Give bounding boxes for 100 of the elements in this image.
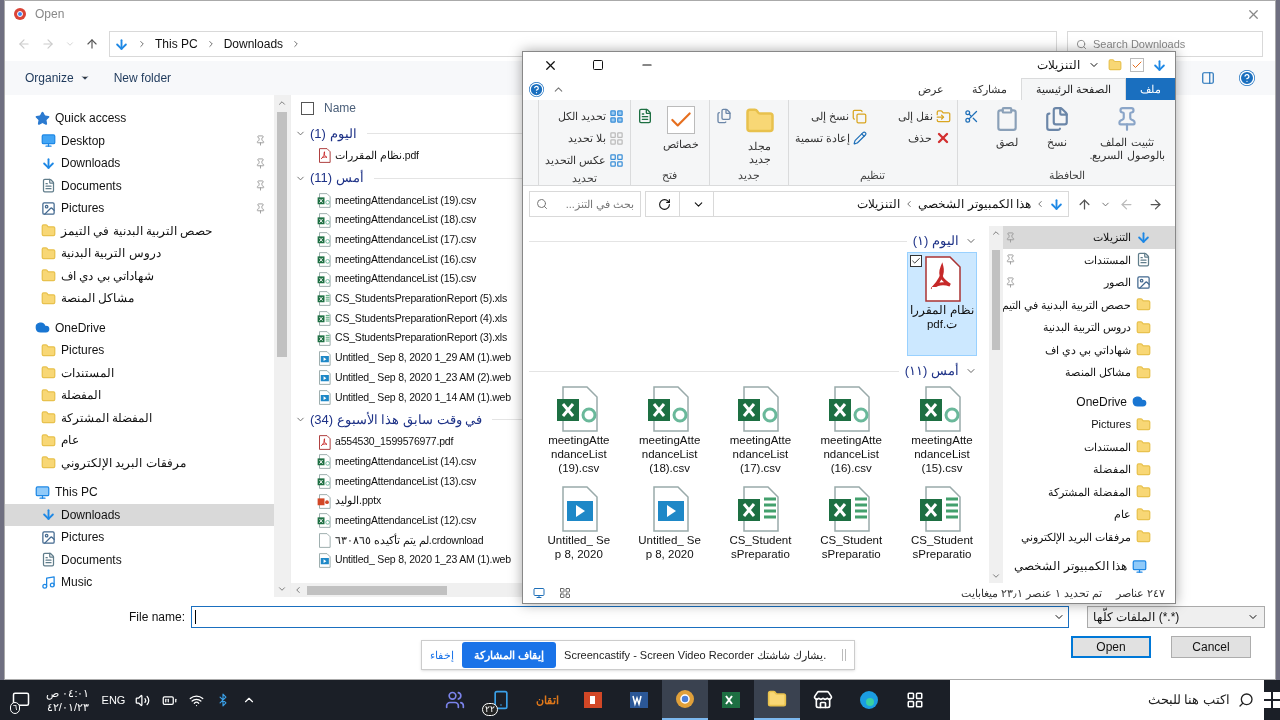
scroll-up-icon[interactable] <box>277 98 287 108</box>
pin-icon[interactable] <box>255 202 266 214</box>
file-row[interactable]: Untitled_ Sep 8, 2020 1_29 AM (1).web <box>291 348 525 368</box>
ribbon-button[interactable]: نقل إلى <box>878 106 951 126</box>
file-row[interactable]: Untitled_ Sep 8, 2020 1_14 AM (1).web <box>291 387 525 408</box>
file-row[interactable]: CS_StudentsPreparationReport (4).xls <box>291 308 525 329</box>
help-icon[interactable] <box>529 82 544 97</box>
file-tile[interactable]: meetingAttendanceList (15).csv <box>907 382 977 478</box>
nav-item[interactable]: Pictures <box>1003 413 1175 436</box>
nav-item[interactable]: المفضلة المشتركة <box>5 406 274 429</box>
horizontal-scrollbar[interactable] <box>291 583 525 597</box>
app-label[interactable]: اتقان <box>535 691 559 709</box>
toolbar-button[interactable]: Organize <box>25 69 90 87</box>
file-row[interactable]: meetingAttendanceList (12).csv <box>291 511 525 531</box>
file-row[interactable]: meetingAttendanceList (19).csv <box>291 190 525 211</box>
nav-item[interactable]: Downloads <box>5 503 274 526</box>
ribbon-button[interactable]: بلا تحديد <box>544 128 624 148</box>
nav-item[interactable]: Downloads <box>5 152 274 175</box>
file-row[interactable]: Untitled_ Sep 8, 2020 1_23 AM (1).web <box>291 550 525 571</box>
scroll-down-icon[interactable] <box>277 584 287 594</box>
nav-item[interactable]: Pictures <box>5 339 274 362</box>
file-row[interactable]: meetingAttendanceList (15).csv <box>291 269 525 290</box>
document-app-icon[interactable] <box>629 690 650 710</box>
scroll-down-icon[interactable] <box>991 571 1001 581</box>
nav-section[interactable]: Quick access <box>5 107 274 130</box>
file-name-field[interactable] <box>191 606 1069 628</box>
nav-item[interactable]: المستندات <box>1003 248 1175 271</box>
group-header[interactable]: أمس (١١) <box>904 361 959 381</box>
back-icon[interactable] <box>1148 196 1163 212</box>
address-bar[interactable]: هذا الكمبيوتر الشخصي التنزيلات <box>645 191 1069 217</box>
file-tile[interactable]: meetingAttendanceList (18).csv <box>634 382 705 478</box>
ribbon-button[interactable]: مجلد جديد <box>737 106 782 166</box>
checkbox-icon[interactable] <box>910 255 922 267</box>
notifications-icon[interactable] <box>12 691 31 709</box>
pin-icon[interactable] <box>1005 254 1016 266</box>
scrollbar[interactable] <box>274 95 290 597</box>
stop-sharing-button[interactable]: إيقاف المشاركة <box>462 642 557 668</box>
scrollbar-thumb[interactable] <box>992 250 1000 350</box>
nav-item[interactable]: Pictures <box>5 197 274 220</box>
ribbon-tab[interactable]: مشاركة <box>957 78 1021 100</box>
pin-icon[interactable] <box>255 135 266 147</box>
scissors-icon[interactable] <box>964 108 979 124</box>
file-row[interactable]: لم يتم تأكيده ٦٣٠٨٦٥.crdownload <box>291 530 525 551</box>
ribbon-button[interactable]: نسخ <box>1035 106 1079 149</box>
file-row[interactable]: meetingAttendanceList (14).csv <box>291 451 525 472</box>
new-item-icon[interactable] <box>715 108 732 124</box>
file-row[interactable]: CS_StudentsPreparationReport (3).xls <box>291 328 525 349</box>
file-tile[interactable]: meetingAttendanceList (17).csv <box>725 382 796 478</box>
nav-item[interactable]: مرفقات البريد الإلكتروني <box>5 451 274 474</box>
nav-item[interactable]: مشاكل المنصة <box>1003 361 1175 384</box>
group-header[interactable]: (1) اليوم <box>310 123 357 144</box>
nav-item[interactable]: المستندات <box>5 361 274 384</box>
file-tile[interactable]: Untitled_ Sep 8, 2020 <box>543 482 614 564</box>
group-header[interactable]: اليوم (١) <box>912 231 959 251</box>
breadcrumb-item[interactable]: Downloads <box>223 35 284 53</box>
column-header[interactable]: Name <box>324 99 356 117</box>
nav-item[interactable]: Documents <box>5 548 274 571</box>
clock-time[interactable]: ٠٤:٠١ ص <box>46 686 90 700</box>
hide-link[interactable]: إخفاء <box>430 646 454 664</box>
forward-icon[interactable] <box>1119 196 1134 212</box>
file-row[interactable]: الوليد.pptx <box>291 491 525 511</box>
up-icon[interactable] <box>1077 196 1092 212</box>
preview-pane-icon[interactable] <box>1201 71 1215 85</box>
nav-section[interactable]: هذا الكمبيوتر الشخصي <box>1003 555 1175 578</box>
nav-item[interactable]: التنزيلات <box>1003 226 1175 249</box>
ribbon-button[interactable]: تثبيت الملف بالوصول السريع. <box>1085 106 1169 162</box>
refresh-icon[interactable] <box>658 197 671 211</box>
volume-icon[interactable] <box>135 692 151 708</box>
nav-item[interactable]: المفضلة المشتركة <box>1003 480 1175 503</box>
nav-item[interactable]: المفضلة <box>1003 458 1175 481</box>
nav-item[interactable]: دروس التربية البدنية <box>1003 316 1175 339</box>
file-tile[interactable]: CS_StudentsPreparatio <box>816 482 887 564</box>
ribbon-button[interactable]: تحديد الكل <box>544 106 624 126</box>
browser-icon[interactable] <box>859 690 880 710</box>
file-row[interactable]: meetingAttendanceList (13).csv <box>291 471 525 492</box>
nav-section[interactable]: OneDrive <box>5 316 274 339</box>
nav-item[interactable]: Desktop <box>5 129 274 152</box>
group-header[interactable]: (11) أمس <box>310 168 364 188</box>
tiles-view-icon[interactable] <box>533 587 545 599</box>
nav-section[interactable]: OneDrive <box>1003 390 1175 413</box>
teams-icon[interactable] <box>445 690 466 710</box>
wifi-icon[interactable] <box>189 692 205 708</box>
spreadsheet-app-icon[interactable] <box>721 690 742 710</box>
nav-item[interactable]: مرفقات البريد الإلكتروني <box>1003 525 1175 548</box>
task-view-icon[interactable] <box>906 691 925 709</box>
nav-item[interactable]: شهاداتي بي دي اف <box>5 264 274 287</box>
file-tile[interactable]: meetingAttendanceList (19).csv <box>543 382 614 478</box>
breadcrumb-item[interactable]: This PC <box>155 35 198 53</box>
properties-icon[interactable] <box>1130 58 1144 72</box>
windows-logo-icon[interactable] <box>1264 692 1280 708</box>
nav-item[interactable]: حصص التربية البدنية في التيمز <box>5 219 274 242</box>
nav-item[interactable]: دروس التربية البدنية <box>5 242 274 265</box>
taskbar-search[interactable]: اكتب هنا للبحث <box>950 680 1264 720</box>
file-row[interactable]: meetingAttendanceList (17).csv <box>291 230 525 250</box>
open-icon[interactable] <box>636 108 653 124</box>
file-tile[interactable]: نظام المقررات.pdf <box>907 252 977 356</box>
scrollbar-thumb[interactable] <box>277 112 287 357</box>
file-row[interactable]: Untitled_ Sep 8, 2020 1_23 AM (2).web <box>291 367 525 388</box>
ribbon-button[interactable]: عكس التحديد <box>544 150 624 170</box>
nav-item[interactable]: مشاكل المنصة <box>5 287 274 310</box>
